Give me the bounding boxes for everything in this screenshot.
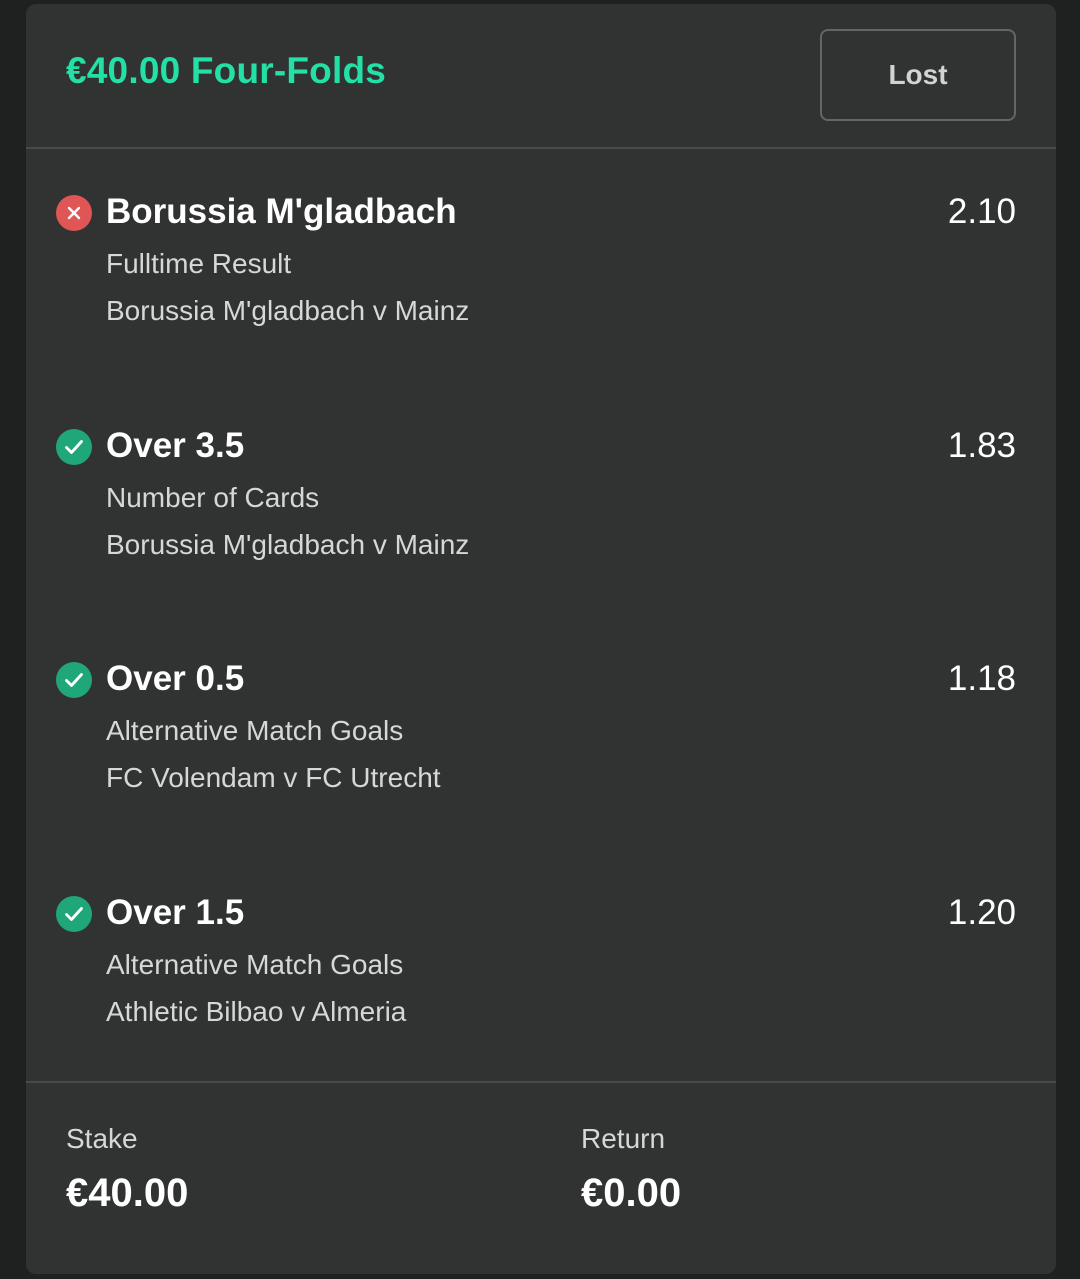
return-label: Return <box>581 1123 666 1154</box>
return-value: €0.00 <box>581 1171 682 1215</box>
selection-event: FC Volendam v FC Utrecht <box>106 762 441 793</box>
selection-event: Borussia M'gladbach v Mainz <box>106 295 470 326</box>
selection-item[interactable]: Over 1.5 1.20 Alternative Match Goals At… <box>26 893 1056 1043</box>
selection-odds: 1.18 <box>947 659 1016 698</box>
selection-item[interactable]: Over 3.5 1.83 Number of Cards Borussia M… <box>26 426 1056 576</box>
selection-odds: 1.20 <box>947 893 1016 932</box>
selection-name: Over 3.5 <box>106 426 245 465</box>
selection-market: Alternative Match Goals <box>106 949 404 980</box>
check-circle-icon <box>56 896 92 932</box>
selection-event: Borussia M'gladbach v Mainz <box>106 529 470 560</box>
cross-circle-icon <box>56 195 92 231</box>
selection-name: Borussia M'gladbach <box>106 192 457 231</box>
selection-item[interactable]: Over 0.5 1.18 Alternative Match Goals FC… <box>26 659 1056 809</box>
check-circle-icon <box>56 662 92 698</box>
bet-title: €40.00 Four-Folds <box>66 50 387 91</box>
bet-header: €40.00 Four-Folds Lost <box>26 4 1056 149</box>
check-circle-icon <box>56 429 92 465</box>
stake-block: Stake €40.00 <box>66 1123 188 1216</box>
selection-market: Number of Cards <box>106 482 320 513</box>
bet-summary: Stake €40.00 Return €0.00 <box>26 1081 1056 1274</box>
selection-odds: 2.10 <box>947 192 1016 231</box>
selection-name: Over 1.5 <box>106 893 245 932</box>
selection-name: Over 0.5 <box>106 659 245 698</box>
return-block: Return €0.00 <box>581 1123 681 1216</box>
selection-item[interactable]: Borussia M'gladbach 2.10 Fulltime Result… <box>26 192 1056 342</box>
stake-value: €40.00 <box>66 1171 189 1215</box>
selection-market: Alternative Match Goals <box>106 715 404 746</box>
stake-label: Stake <box>66 1123 138 1154</box>
bet-card: €40.00 Four-Folds Lost Borussia M'gladba… <box>26 4 1056 1274</box>
selection-event: Athletic Bilbao v Almeria <box>106 996 407 1027</box>
bet-status-button[interactable]: Lost <box>820 29 1016 121</box>
selection-market: Fulltime Result <box>106 248 292 279</box>
selection-odds: 1.83 <box>947 426 1016 465</box>
